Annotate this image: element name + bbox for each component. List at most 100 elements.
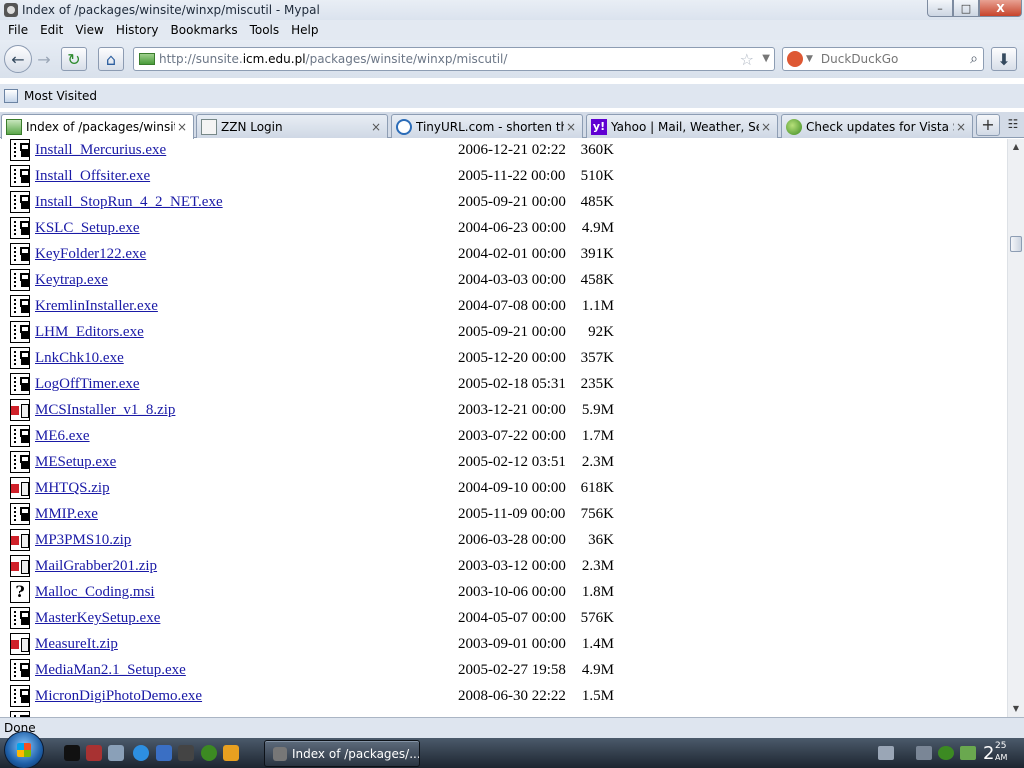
quicklaunch-desktop-icon[interactable]: [108, 745, 124, 761]
quicklaunch-ie-icon[interactable]: [133, 745, 149, 761]
quicklaunch-link-icon[interactable]: [178, 745, 194, 761]
most-visited-bookmark[interactable]: Most Visited: [24, 89, 97, 103]
file-link[interactable]: Install_Offsiter.exe: [35, 168, 150, 185]
file-link[interactable]: KSLC_Setup.exe: [35, 220, 140, 237]
mypal-app-icon: [273, 746, 287, 761]
scroll-down-arrow-icon[interactable]: ▼: [1008, 701, 1024, 717]
file-link[interactable]: ME6.exe: [35, 428, 90, 445]
back-button[interactable]: ←: [4, 45, 32, 73]
file-link[interactable]: KremlinInstaller.exe: [35, 298, 158, 315]
maximize-button[interactable]: □: [953, 0, 979, 17]
quicklaunch-app-icon[interactable]: [64, 745, 80, 761]
file-size: 92K: [588, 324, 614, 340]
menu-bar: File Edit View History Bookmarks Tools H…: [0, 20, 1024, 40]
file-date: 2004-02-01 00:00: [458, 246, 566, 262]
back-arrow-icon: ←: [11, 49, 25, 69]
file-row: MediaMan2.1_Setup.exe 2005-02-27 19:58 4.9…: [0, 659, 1000, 685]
home-button[interactable]: ⌂: [98, 47, 124, 71]
reload-button[interactable]: ↻: [61, 47, 87, 71]
quicklaunch-media-icon[interactable]: [223, 745, 239, 761]
minimize-button[interactable]: –: [927, 0, 953, 17]
file-size: 1.1M: [581, 298, 614, 314]
menu-view[interactable]: View: [71, 23, 111, 37]
search-engine-dropdown-icon[interactable]: ▼: [806, 54, 813, 64]
page-favicon-icon: [6, 119, 22, 135]
network-icon[interactable]: [916, 746, 932, 760]
file-link[interactable]: MCSInstaller_v1_8.zip: [35, 402, 175, 419]
binary-file-icon: [10, 139, 30, 161]
tab-check-updates[interactable]: Check updates for Vista St... ×: [781, 114, 973, 138]
quicklaunch-mypal-icon[interactable]: [86, 745, 102, 761]
file-link[interactable]: Install_Mercurius.exe: [35, 142, 166, 159]
menu-help[interactable]: Help: [287, 23, 326, 37]
search-bar[interactable]: ▼ ⌕: [782, 47, 984, 71]
menu-bookmarks[interactable]: Bookmarks: [167, 23, 246, 37]
file-row: Install_Mercurius.exe 2006-12-21 02:22 360…: [0, 139, 1000, 165]
yahoo-icon: y!: [591, 118, 607, 135]
file-date: 2005-02-12 03:51: [458, 454, 566, 470]
file-link[interactable]: LHM_Editors.exe: [35, 324, 144, 341]
tab-yahoo[interactable]: y! Yahoo | Mail, Weather, Sea... ×: [586, 114, 778, 138]
file-link[interactable]: MasterKeySetup.exe: [35, 610, 160, 627]
tab-bar: Index of /packages/winsite... × ZZN Logi…: [0, 112, 1024, 139]
vertical-scrollbar[interactable]: ▲ ▼: [1007, 139, 1024, 717]
title-bar: Index of /packages/winsite/winxp/miscuti…: [0, 0, 1024, 20]
close-tab-icon[interactable]: ×: [759, 120, 773, 134]
close-tab-icon[interactable]: ×: [954, 120, 968, 134]
new-tab-button[interactable]: +: [976, 114, 1000, 136]
file-link[interactable]: MeasureIt.zip: [35, 636, 118, 653]
file-size: 458K: [580, 272, 614, 288]
close-window-button[interactable]: X: [979, 0, 1022, 17]
quicklaunch-check-icon[interactable]: [201, 745, 217, 761]
menu-history[interactable]: History: [112, 23, 167, 37]
scrollbar-thumb[interactable]: [1010, 236, 1022, 252]
file-link[interactable]: MP3PMS10.zip: [35, 532, 131, 549]
tab-tinyurl[interactable]: TinyURL.com - shorten tha... ×: [391, 114, 583, 138]
taskbar-clock[interactable]: 2 25 AM: [981, 741, 1021, 767]
file-size: 1.5M: [581, 688, 614, 704]
close-tab-icon[interactable]: ×: [564, 120, 578, 134]
file-link[interactable]: KeyFolder122.exe: [35, 246, 146, 263]
file-link[interactable]: MHTQS.zip: [35, 480, 110, 497]
file-link[interactable]: MESetup.exe: [35, 454, 116, 471]
keyboard-icon[interactable]: [878, 746, 894, 760]
close-tab-icon[interactable]: ×: [369, 120, 383, 134]
file-size: 1.8M: [581, 584, 614, 600]
file-link[interactable]: MMIP.exe: [35, 506, 98, 523]
file-link[interactable]: Install_StopRun_4_2_NET.exe: [35, 194, 223, 211]
start-button[interactable]: [4, 731, 44, 768]
file-size: 4.9M: [581, 220, 614, 236]
file-size: 4.9M: [581, 662, 614, 678]
file-link[interactable]: MailGrabber201.zip: [35, 558, 157, 575]
tab-index-packages[interactable]: Index of /packages/winsite... ×: [1, 114, 194, 139]
file-link[interactable]: Keytrap.exe: [35, 272, 108, 289]
update-icon[interactable]: [960, 746, 976, 760]
site-identity-icon[interactable]: [139, 53, 155, 65]
search-input[interactable]: [820, 52, 961, 66]
file-link[interactable]: LnkChk10.exe: [35, 350, 124, 367]
menu-file[interactable]: File: [4, 23, 36, 37]
downloads-button[interactable]: ⬇: [991, 47, 1017, 71]
url-history-dropdown-icon[interactable]: ▼: [762, 53, 770, 64]
search-icon[interactable]: ⌕: [970, 51, 978, 67]
quicklaunch-window-icon[interactable]: [156, 745, 172, 761]
bookmark-star-icon[interactable]: ☆: [740, 50, 754, 69]
duckduckgo-icon[interactable]: [787, 51, 803, 67]
tab-zzn-login[interactable]: ZZN Login ×: [196, 114, 388, 138]
menu-tools[interactable]: Tools: [246, 23, 288, 37]
file-link[interactable]: LogOffTimer.exe: [35, 376, 140, 393]
forward-button[interactable]: →: [32, 47, 56, 71]
list-all-tabs-icon[interactable]: ☷: [1004, 117, 1022, 135]
scroll-up-arrow-icon[interactable]: ▲: [1008, 139, 1024, 155]
url-bar[interactable]: http://sunsite.icm.edu.pl/packages/winsi…: [133, 47, 775, 71]
security-check-icon[interactable]: [938, 746, 954, 760]
url-text[interactable]: http://sunsite.icm.edu.pl/packages/winsi…: [159, 52, 507, 66]
file-link[interactable]: MediaMan2.1_Setup.exe: [35, 662, 186, 679]
taskbar-window-button[interactable]: Index of /packages/...: [264, 740, 420, 767]
url-domain: icm.edu.pl: [242, 52, 306, 66]
close-tab-icon[interactable]: ×: [175, 120, 189, 134]
file-size: 756K: [580, 506, 614, 522]
menu-edit[interactable]: Edit: [36, 23, 71, 37]
file-link[interactable]: MicronDigiPhotoDemo.exe: [35, 688, 202, 705]
file-link[interactable]: Malloc_Coding.msi: [35, 584, 155, 601]
